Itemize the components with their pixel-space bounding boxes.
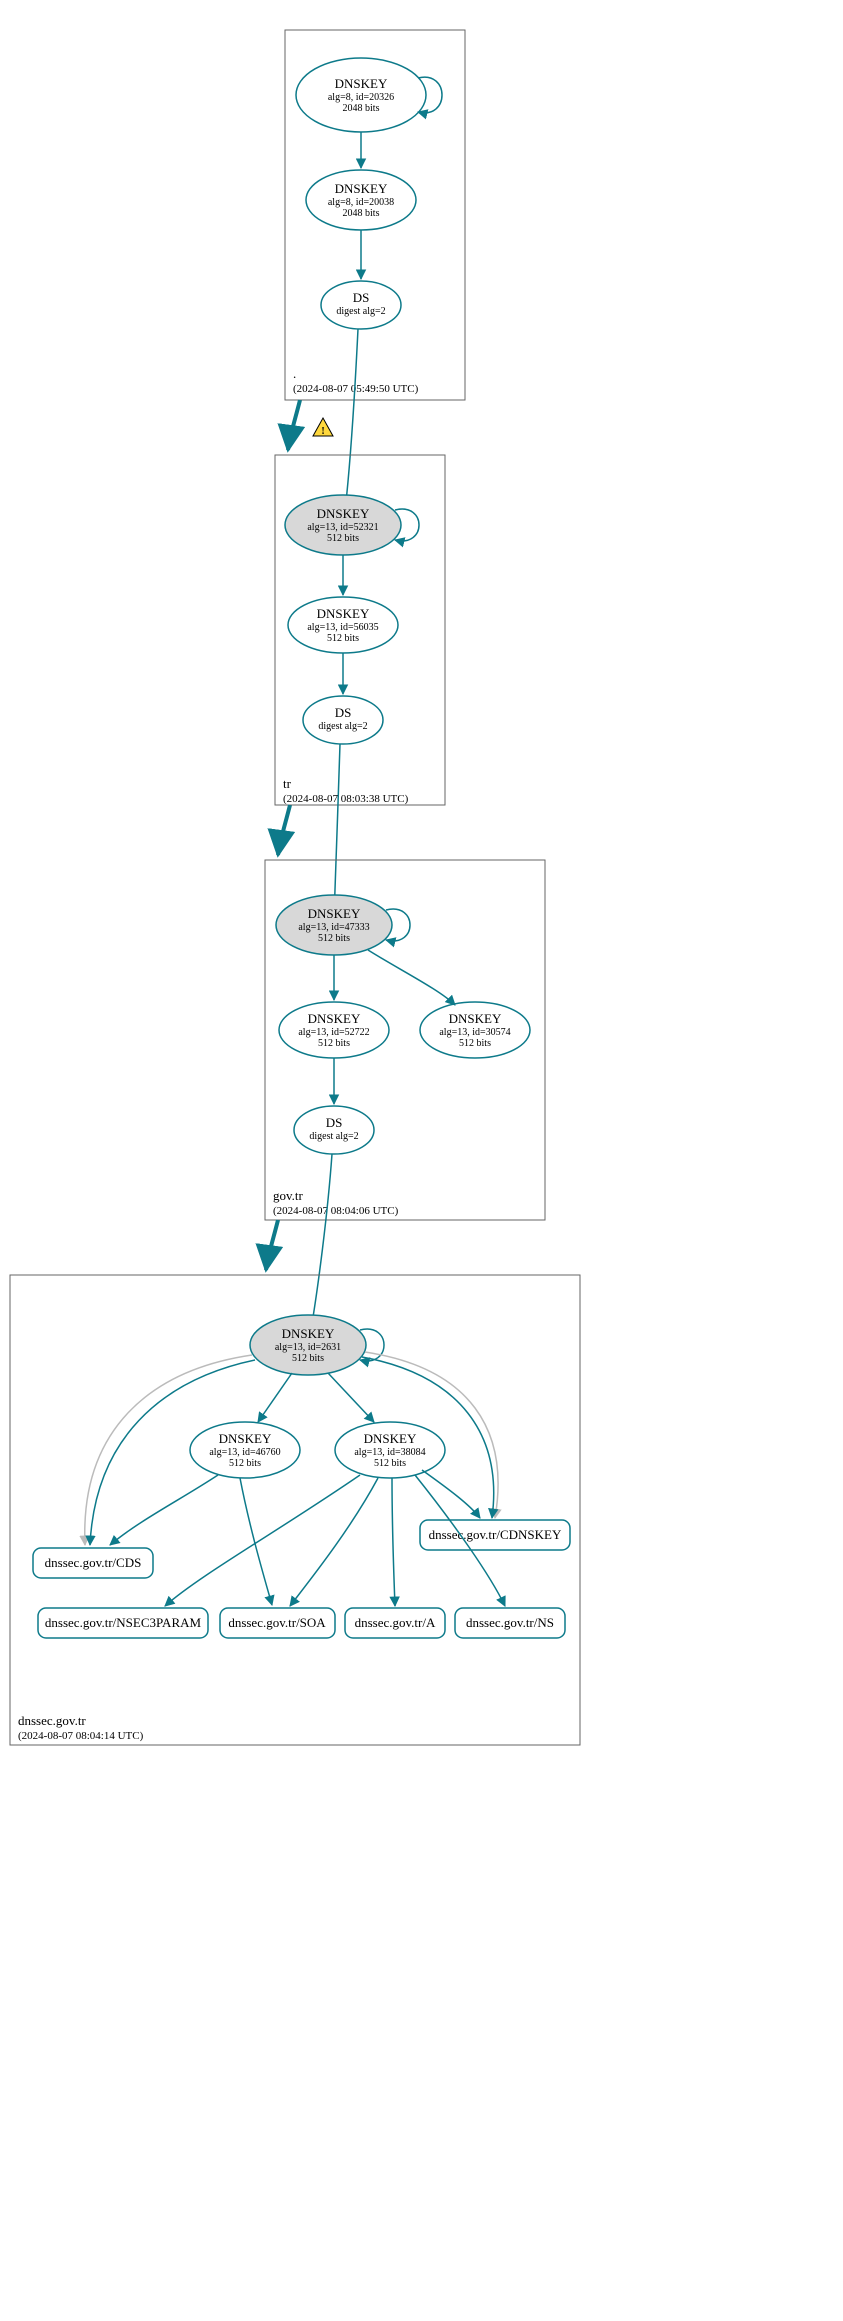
node-gov-zsk2: DNSKEY alg=13, id=30574 512 bits [420, 1002, 530, 1058]
node-gov-ksk: DNSKEY alg=13, id=47333 512 bits [276, 895, 392, 955]
svg-text:alg=13, id=46760: alg=13, id=46760 [209, 1447, 280, 1458]
edge-root-ds-tr-ksk [344, 329, 358, 520]
svg-text:alg=13, id=38084: alg=13, id=38084 [354, 1447, 425, 1458]
rr-cds: dnssec.gov.tr/CDS [33, 1548, 153, 1578]
dnssec-chain-diagram: . (2024-08-07 05:49:50 UTC) DNSKEY alg=8… [0, 0, 843, 2321]
svg-text:alg=13, id=52722: alg=13, id=52722 [298, 1027, 369, 1038]
zone-govtr-label: gov.tr [273, 1188, 304, 1203]
zone-root: . (2024-08-07 05:49:50 UTC) DNSKEY alg=8… [285, 30, 465, 400]
svg-text:512 bits: 512 bits [318, 933, 350, 944]
svg-text:512 bits: 512 bits [459, 1038, 491, 1049]
node-root-ksk: DNSKEY alg=8, id=20326 2048 bits [296, 58, 426, 132]
svg-text:digest alg=2: digest alg=2 [318, 721, 367, 732]
svg-text:alg=8, id=20038: alg=8, id=20038 [328, 197, 394, 208]
svg-text:DNSKEY: DNSKEY [308, 906, 361, 921]
svg-text:DS: DS [326, 1115, 343, 1130]
svg-text:DNSKEY: DNSKEY [317, 506, 370, 521]
edge-zsk2-soa [290, 1478, 378, 1606]
svg-text:alg=13, id=2631: alg=13, id=2631 [275, 1342, 341, 1353]
svg-text:DNSKEY: DNSKEY [282, 1326, 335, 1341]
node-dnssec-zsk1: DNSKEY alg=13, id=46760 512 bits [190, 1422, 300, 1478]
svg-text:dnssec.gov.tr/NSEC3PARAM: dnssec.gov.tr/NSEC3PARAM [45, 1615, 202, 1630]
svg-text:dnssec.gov.tr/NS: dnssec.gov.tr/NS [466, 1615, 554, 1630]
svg-text:digest alg=2: digest alg=2 [336, 306, 385, 317]
svg-text:2048 bits: 2048 bits [343, 103, 380, 114]
zone-govtr: gov.tr (2024-08-07 08:04:06 UTC) DNSKEY … [265, 860, 545, 1220]
zone-root-label: . [293, 366, 296, 381]
svg-text:alg=13, id=47333: alg=13, id=47333 [298, 922, 369, 933]
svg-text:512 bits: 512 bits [374, 1458, 406, 1469]
rr-ns: dnssec.gov.tr/NS [455, 1608, 565, 1638]
svg-text:alg=13, id=30574: alg=13, id=30574 [439, 1027, 510, 1038]
warning-icon: ! [313, 418, 333, 437]
node-tr-ds: DS digest alg=2 [303, 696, 383, 744]
node-root-ds: DS digest alg=2 [321, 281, 401, 329]
svg-text:alg=8, id=20326: alg=8, id=20326 [328, 92, 394, 103]
svg-text:DNSKEY: DNSKEY [308, 1011, 361, 1026]
node-tr-zsk: DNSKEY alg=13, id=56035 512 bits [288, 597, 398, 653]
svg-text:512 bits: 512 bits [327, 533, 359, 544]
svg-text:512 bits: 512 bits [318, 1038, 350, 1049]
rr-nsec3param: dnssec.gov.tr/NSEC3PARAM [38, 1608, 208, 1638]
zone-govtr-timestamp: (2024-08-07 08:04:06 UTC) [273, 1205, 399, 1217]
svg-text:alg=13, id=52321: alg=13, id=52321 [307, 522, 378, 533]
rr-a: dnssec.gov.tr/A [345, 1608, 445, 1638]
svg-text:!: ! [321, 426, 324, 437]
rr-soa: dnssec.gov.tr/SOA [220, 1608, 335, 1638]
svg-text:DS: DS [335, 705, 352, 720]
node-gov-zsk: DNSKEY alg=13, id=52722 512 bits [279, 1002, 389, 1058]
edge-zsk1-cds [110, 1475, 218, 1545]
zone-dnssec-timestamp: (2024-08-07 08:04:14 UTC) [18, 1730, 144, 1742]
svg-text:DNSKEY: DNSKEY [449, 1011, 502, 1026]
edge-dnssec-ksk-zsk2 [328, 1373, 374, 1422]
svg-text:512 bits: 512 bits [292, 1353, 324, 1364]
node-dnssec-zsk2: DNSKEY alg=13, id=38084 512 bits [335, 1422, 445, 1478]
svg-text:512 bits: 512 bits [327, 633, 359, 644]
edge-dnssec-ksk-zsk1 [258, 1373, 292, 1422]
zone-dnssec: dnssec.gov.tr (2024-08-07 08:04:14 UTC) … [10, 1275, 580, 1745]
svg-text:DNSKEY: DNSKEY [335, 181, 388, 196]
node-root-zsk: DNSKEY alg=8, id=20038 2048 bits [306, 170, 416, 230]
edge-zsk2-nsec3param [165, 1475, 360, 1606]
svg-text:DS: DS [353, 290, 370, 305]
edge-gov-ksk-zsk2 [368, 950, 455, 1005]
edge-deleg-tr-gov-thick [278, 805, 290, 855]
zone-tr-label: tr [283, 776, 292, 791]
edge-zsk2-a [392, 1478, 395, 1606]
svg-text:dnssec.gov.tr/CDS: dnssec.gov.tr/CDS [45, 1555, 142, 1570]
svg-text:alg=13, id=56035: alg=13, id=56035 [307, 622, 378, 633]
svg-text:DNSKEY: DNSKEY [364, 1431, 417, 1446]
svg-text:dnssec.gov.tr/CDNSKEY: dnssec.gov.tr/CDNSKEY [429, 1527, 562, 1542]
node-tr-ksk: DNSKEY alg=13, id=52321 512 bits [285, 495, 401, 555]
zone-root-timestamp: (2024-08-07 05:49:50 UTC) [293, 383, 419, 395]
edge-tr-ds-gov-ksk [334, 744, 340, 918]
edge-deleg-root-tr-thick [288, 400, 300, 450]
rr-cdnskey: dnssec.gov.tr/CDNSKEY [420, 1520, 570, 1550]
edge-deleg-gov-dnssec-thick [266, 1220, 278, 1270]
svg-text:DNSKEY: DNSKEY [335, 76, 388, 91]
edge-zsk1-soa [240, 1478, 272, 1605]
zone-dnssec-label: dnssec.gov.tr [18, 1713, 86, 1728]
svg-text:DNSKEY: DNSKEY [219, 1431, 272, 1446]
zone-tr-timestamp: (2024-08-07 08:03:38 UTC) [283, 793, 409, 805]
node-gov-ds: DS digest alg=2 [294, 1106, 374, 1154]
svg-text:DNSKEY: DNSKEY [317, 606, 370, 621]
node-dnssec-ksk: DNSKEY alg=13, id=2631 512 bits [250, 1315, 366, 1375]
zone-tr: tr (2024-08-07 08:03:38 UTC) DNSKEY alg=… [275, 455, 445, 805]
svg-text:dnssec.gov.tr/SOA: dnssec.gov.tr/SOA [228, 1615, 326, 1630]
svg-text:dnssec.gov.tr/A: dnssec.gov.tr/A [355, 1615, 436, 1630]
svg-text:2048 bits: 2048 bits [343, 208, 380, 219]
edge-gov-ds-dnssec-ksk [310, 1154, 332, 1335]
svg-text:digest alg=2: digest alg=2 [309, 1131, 358, 1142]
svg-text:512 bits: 512 bits [229, 1458, 261, 1469]
